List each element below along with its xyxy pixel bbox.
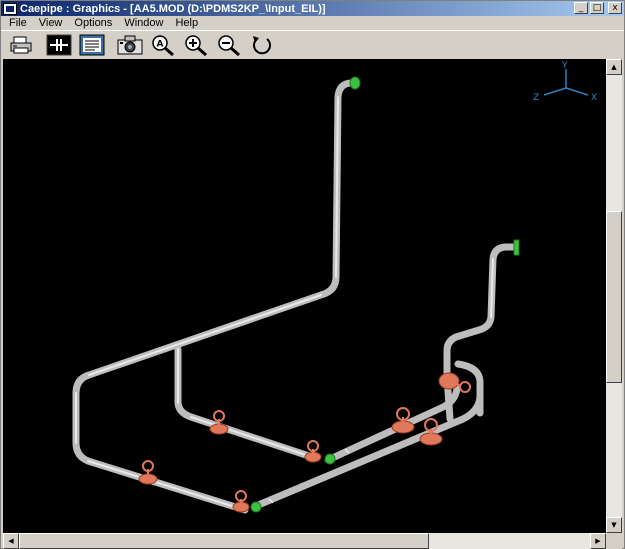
- restore-button[interactable]: □: [590, 2, 604, 14]
- application-window: Caepipe : Graphics - [AA5.MOD (D:\PDMS2K…: [0, 0, 625, 549]
- flange-bottom[interactable]: [250, 501, 262, 513]
- valve[interactable]: [304, 440, 322, 463]
- toolbar: A: [1, 30, 624, 58]
- rotate-button[interactable]: [248, 33, 276, 57]
- minimize-button[interactable]: _: [574, 2, 588, 14]
- title-bar[interactable]: Caepipe : Graphics - [AA5.MOD (D:\PDMS2K…: [1, 1, 624, 16]
- axis-triad: Y X Z: [533, 61, 597, 103]
- zoom-out-icon: [218, 34, 240, 56]
- scroll-right-button[interactable]: ▶: [590, 533, 606, 549]
- pipe-network: [72, 79, 520, 514]
- zoom-all-icon: A: [152, 34, 174, 56]
- zoom-in-icon: [185, 34, 207, 56]
- document-list-icon: [79, 34, 105, 55]
- camera-icon: [117, 35, 143, 54]
- axis-y-label: Y: [561, 61, 568, 71]
- scroll-down-button[interactable]: ▼: [606, 517, 622, 533]
- vertical-scroll-thumb[interactable]: [606, 211, 622, 383]
- close-button[interactable]: x: [608, 2, 622, 14]
- menu-options[interactable]: Options: [68, 16, 118, 30]
- zoom-out-button[interactable]: [215, 33, 243, 57]
- horizontal-scrollbar[interactable]: ◀ ▶: [3, 533, 606, 549]
- flange-top[interactable]: [349, 76, 361, 90]
- flange-inner[interactable]: [324, 453, 336, 465]
- svg-text:A: A: [157, 39, 164, 49]
- pipe-highlights: [75, 96, 494, 511]
- horizontal-scroll-thumb[interactable]: [19, 533, 429, 549]
- print-button[interactable]: [7, 33, 35, 57]
- window-title: Caepipe : Graphics - [AA5.MOD (D:\PDMS2K…: [20, 2, 326, 15]
- snapshot-button[interactable]: [116, 33, 144, 57]
- scroll-left-button[interactable]: ◀: [3, 533, 19, 549]
- valve[interactable]: [138, 460, 158, 485]
- menu-window[interactable]: Window: [118, 16, 169, 30]
- app-icon[interactable]: [3, 2, 17, 15]
- menu-view[interactable]: View: [33, 16, 69, 30]
- scroll-up-button[interactable]: ▲: [606, 59, 622, 75]
- vertical-scrollbar[interactable]: ▲ ▼: [606, 59, 622, 533]
- flange-right-top[interactable]: [513, 239, 520, 256]
- menu-help[interactable]: Help: [169, 16, 204, 30]
- piping-model[interactable]: Y X Z: [3, 59, 606, 533]
- graphics-viewport[interactable]: Y X Z: [3, 59, 606, 533]
- menu-bar: File View Options Window Help: [1, 16, 624, 30]
- pipe-view-button[interactable]: [45, 33, 73, 57]
- valve[interactable]: [232, 490, 250, 513]
- rotate-icon: [253, 35, 272, 54]
- printer-icon: [10, 36, 32, 53]
- pipe-icon: [46, 34, 72, 55]
- zoom-all-button[interactable]: A: [149, 33, 177, 57]
- list-view-button[interactable]: [78, 33, 106, 57]
- zoom-in-button[interactable]: [182, 33, 210, 57]
- axis-x-label: X: [591, 93, 597, 103]
- scrollbar-corner: [606, 533, 622, 549]
- axis-z-label: Z: [533, 93, 539, 103]
- menu-file[interactable]: File: [1, 16, 33, 30]
